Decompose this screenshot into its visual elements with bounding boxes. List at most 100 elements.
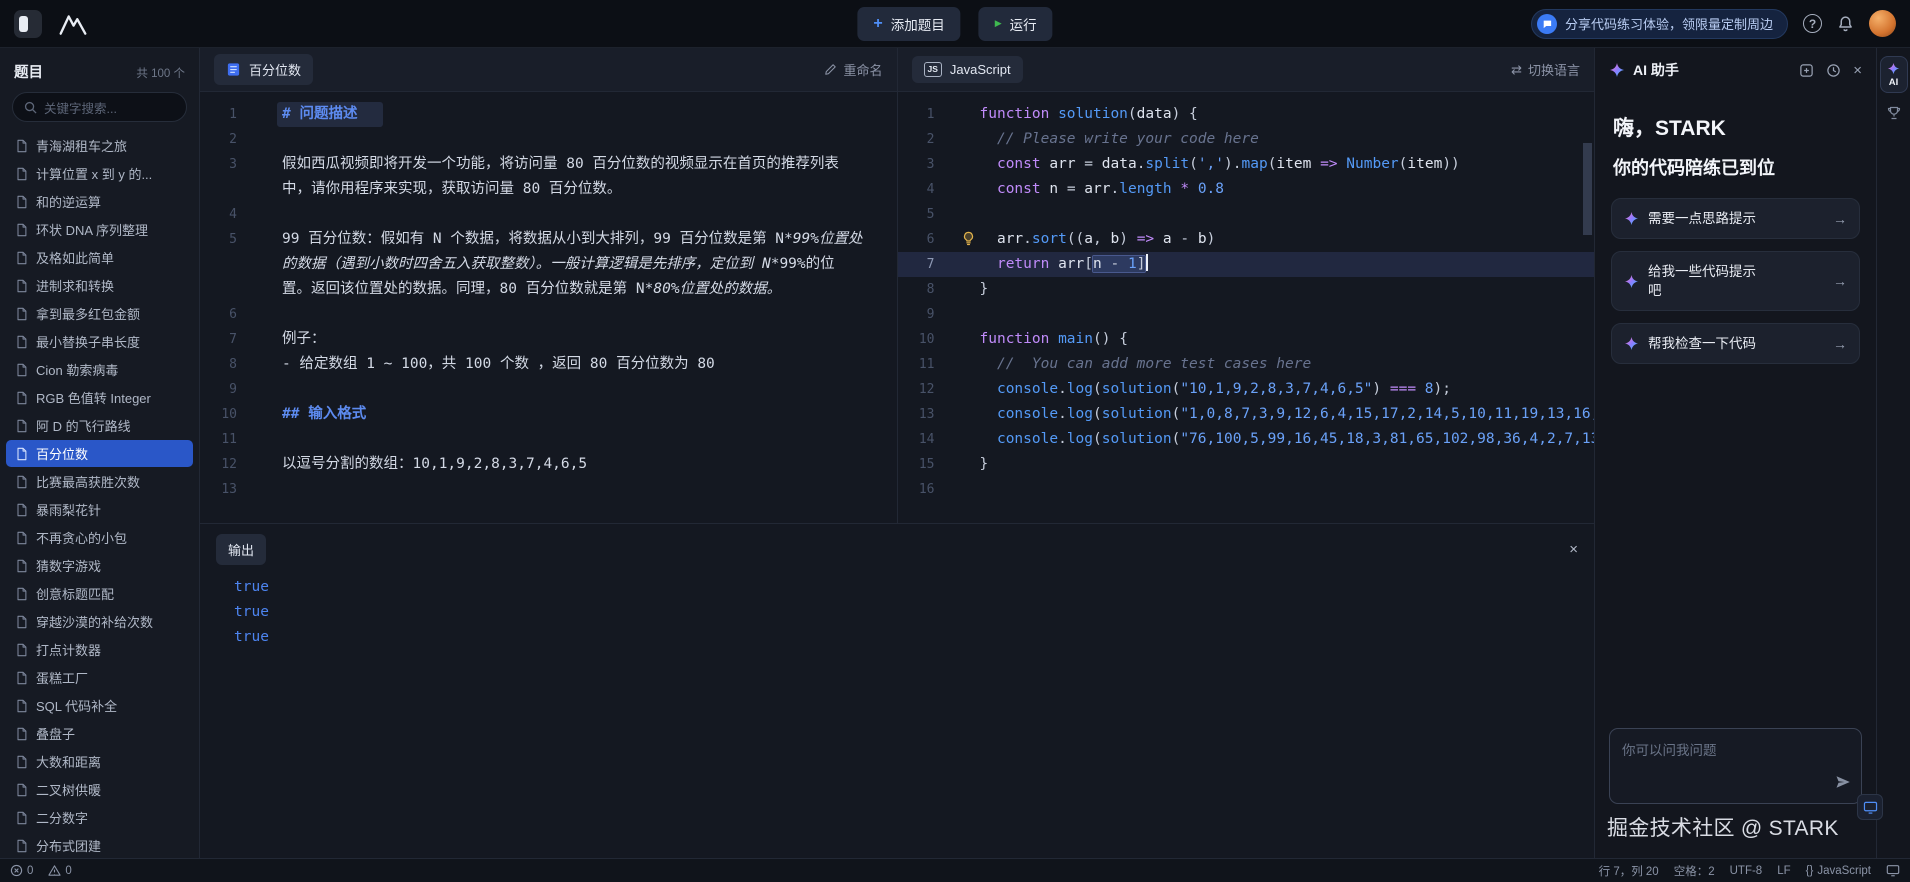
new-chat-icon[interactable]: [1799, 63, 1814, 78]
sidebar-item[interactable]: RGB 色值转 Integer: [6, 384, 193, 411]
warnings-count: 0: [65, 864, 72, 877]
sidebar-item-label: 二叉树供暖: [36, 783, 102, 798]
sidebar-item[interactable]: Cion 勒索病毒: [6, 356, 193, 383]
language-mode[interactable]: {} JavaScript: [1806, 865, 1871, 877]
sidebar-item[interactable]: 青海湖租车之旅: [6, 132, 193, 159]
code-line: 16: [898, 477, 1595, 502]
cursor-position[interactable]: 行 7，列 20: [1599, 863, 1659, 879]
sidebar-item[interactable]: 不再贪心的小包: [6, 524, 193, 551]
sidebar-item[interactable]: 最小替换子串长度: [6, 328, 193, 355]
sidebar-item[interactable]: 比赛最高获胜次数: [6, 468, 193, 495]
language-tab[interactable]: JS JavaScript: [911, 56, 1023, 83]
document-icon: [17, 727, 27, 740]
run-button[interactable]: ▶ 运行: [978, 6, 1053, 41]
sidebar-item[interactable]: 拿到最多红包金额: [6, 300, 193, 327]
errors-indicator[interactable]: 0: [10, 864, 33, 877]
mountain-logo-icon[interactable]: [58, 11, 88, 37]
code-line-text: // You can add more test cases here: [979, 356, 1312, 372]
sidebar-item[interactable]: 穿越沙漠的补给次数: [6, 608, 193, 635]
problem-tab[interactable]: 百分位数: [214, 54, 314, 85]
warnings-indicator[interactable]: 0: [48, 864, 72, 877]
screen-status-icon[interactable]: [1886, 864, 1900, 877]
code-content[interactable]: 1 function solution(data) {2 // Please wr…: [897, 92, 1595, 523]
sidebar-item[interactable]: 蛋糕工厂: [6, 664, 193, 691]
screen-share-button[interactable]: [1857, 794, 1883, 820]
code-scrollbar[interactable]: [1583, 143, 1592, 235]
sidebar-item-label: 百分位数: [36, 447, 89, 462]
sidebar-item[interactable]: 和的逆运算: [6, 188, 193, 215]
line-number: 3: [926, 157, 935, 172]
line-number: 9: [229, 382, 237, 397]
output-tab-label: 输出: [228, 543, 255, 558]
line-number: 6: [229, 307, 237, 322]
send-icon[interactable]: [1835, 774, 1851, 795]
close-output-icon[interactable]: ×: [1569, 541, 1578, 558]
sidebar-item[interactable]: 叠盘子: [6, 720, 193, 747]
code-line: 1 function solution(data) {: [898, 102, 1595, 127]
code-line: 3 const arr = data.split(',').map(item =…: [898, 152, 1595, 177]
markdown-line: 12 以逗号分割的数组：10,1,9,2,8,3,7,4,6,5: [200, 452, 897, 477]
sidebar-item[interactable]: 计算位置 x 到 y 的...: [6, 160, 193, 187]
sidebar-item[interactable]: 创意标题匹配: [6, 580, 193, 607]
sidebar-item[interactable]: 分布式团建: [6, 832, 193, 858]
document-icon: [17, 363, 27, 376]
code-line-text: return arr[n - 1]: [980, 252, 1595, 277]
arrow-right-icon: →: [1833, 335, 1847, 352]
switch-language-button[interactable]: ⇄ 切换语言: [1511, 60, 1580, 79]
app-logo-mark: [19, 15, 28, 32]
code-line-text: function main() {: [979, 331, 1128, 347]
bell-icon[interactable]: [1837, 15, 1854, 32]
sidebar-item-label: 叠盘子: [36, 727, 76, 742]
ai-question-input[interactable]: 你可以问我问题: [1609, 728, 1862, 804]
output-line: true: [234, 604, 269, 620]
sidebar-item[interactable]: 阿 D 的飞行路线: [6, 412, 193, 439]
app-logo[interactable]: [14, 9, 42, 38]
sidebar-item[interactable]: 环状 DNA 序列整理: [6, 216, 193, 243]
document-icon: [17, 447, 27, 460]
sidebar-item[interactable]: 二叉树供暖: [6, 776, 193, 803]
line-number: [200, 177, 258, 202]
document-icon: [17, 811, 27, 824]
sidebar-item[interactable]: SQL 代码补全: [6, 692, 193, 719]
promo-banner[interactable]: 分享代码练习体验，领限量定制周边: [1530, 8, 1788, 39]
sidebar-item[interactable]: 二分数字: [6, 804, 193, 831]
sidebar-item[interactable]: 及格如此简单: [6, 244, 193, 271]
errors-icon: [10, 864, 23, 877]
line-number: [200, 277, 258, 302]
sidebar-item[interactable]: 打点计数器: [6, 636, 193, 663]
rename-button[interactable]: 重命名: [824, 60, 883, 79]
sidebar-item-label: 及格如此简单: [36, 251, 115, 266]
trophy-icon[interactable]: [1886, 105, 1902, 126]
help-icon[interactable]: ?: [1803, 14, 1822, 33]
history-icon[interactable]: [1826, 63, 1841, 78]
output-tab[interactable]: 输出: [216, 534, 267, 565]
line-number: 3: [229, 157, 237, 172]
add-problem-button[interactable]: + 添加题目: [857, 6, 961, 41]
problem-content[interactable]: 1 # 问题描述 2 3 假如西瓜视频即将开发一个功能，将访问量 80 百分位数的视频显…: [200, 92, 897, 523]
sidebar-item[interactable]: 暴雨梨花针: [6, 496, 193, 523]
line-number: 10: [918, 332, 935, 347]
watermark: 掘金技术社区 @ STARK: [1607, 817, 1839, 840]
ai-suggestion-card[interactable]: 给我一些代码提示吧 →: [1611, 251, 1860, 311]
code-line: 12 console.log(solution("10,1,9,2,8,3,7,…: [898, 377, 1595, 402]
ai-suggestion-card[interactable]: 需要一点思路提示 →: [1611, 198, 1860, 239]
lightbulb-icon[interactable]: [961, 231, 976, 246]
indent-setting[interactable]: 空格：2: [1674, 863, 1715, 879]
arrow-right-icon: →: [1833, 210, 1847, 227]
avatar[interactable]: [1869, 10, 1896, 37]
sidebar-item[interactable]: 大数和距离: [6, 748, 193, 775]
sidebar-item[interactable]: 猜数字游戏: [6, 552, 193, 579]
ai-suggestion-card[interactable]: 帮我检查一下代码 →: [1611, 323, 1860, 364]
encoding-setting[interactable]: UTF-8: [1730, 865, 1763, 877]
ai-input-placeholder: 你可以问我问题: [1622, 743, 1717, 758]
eol-setting[interactable]: LF: [1777, 865, 1790, 877]
close-ai-panel-icon[interactable]: ×: [1853, 63, 1862, 78]
ai-assistant-toggle[interactable]: AI: [1879, 56, 1908, 93]
markdown-line-text: 假如西瓜视频即将开发一个功能，将访问量 80 百分位数的视频显示在首页的推荐列表: [282, 156, 839, 172]
search-input[interactable]: 关键字搜索...: [12, 92, 187, 122]
markdown-line: 6: [200, 302, 897, 327]
sidebar-item[interactable]: 进制求和转换: [6, 272, 193, 299]
code-line: 13 console.log(solution("1,0,8,7,3,9,12,…: [898, 402, 1594, 427]
sidebar-item-selected[interactable]: 百分位数: [6, 440, 193, 467]
document-icon: [17, 503, 27, 516]
